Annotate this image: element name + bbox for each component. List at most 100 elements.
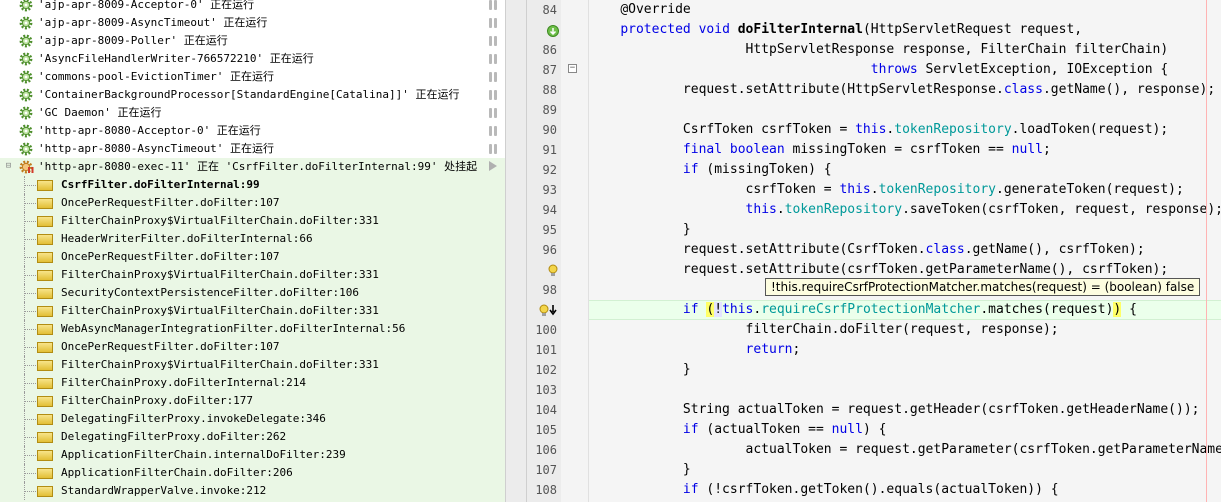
- thread-running-icon: [19, 52, 33, 66]
- pause-thread-icon[interactable]: [489, 90, 497, 100]
- stack-frame-row[interactable]: ApplicationFilterChain.internalDoFilter:…: [0, 446, 505, 464]
- stack-frame-row[interactable]: HeaderWriterFilter.doFilterInternal:66: [0, 230, 505, 248]
- code-line: @Override: [589, 0, 690, 20]
- thread-row[interactable]: 'http-apr-8080-AsyncTimeout' 正在运行: [0, 140, 505, 158]
- fold-toggle-icon[interactable]: −: [568, 64, 577, 73]
- stack-frame-row[interactable]: FilterChainProxy.doFilterInternal:214: [0, 374, 505, 392]
- line-number: 88: [542, 83, 557, 97]
- stack-frame-row[interactable]: OncePerRequestFilter.doFilter:107: [0, 248, 505, 266]
- stack-frame-row[interactable]: OncePerRequestFilter.doFilter:107: [0, 338, 505, 356]
- call-stack-frame-icon: [37, 234, 53, 245]
- stack-frame-label: WebAsyncManagerIntegrationFilter.doFilte…: [61, 322, 406, 335]
- call-stack-frame-icon: [37, 396, 53, 407]
- code-token: (!csrfToken.getToken().equals(actualToke…: [698, 482, 1059, 497]
- stack-frame-label: ApplicationFilterChain.doFilter:206: [61, 466, 293, 479]
- line-number: 95: [542, 223, 557, 237]
- stack-frame-row[interactable]: DelegatingFilterProxy.invokeDelegate:346: [0, 410, 505, 428]
- code-token: tokenRepository: [784, 202, 903, 217]
- code-token: if: [682, 422, 699, 437]
- code-token: null: [1011, 142, 1043, 157]
- code-line: if (!this.requireCsrfProtectionMatcher.m…: [589, 300, 1137, 320]
- stack-frame-row[interactable]: FilterChainProxy$VirtualFilterChain.doFi…: [0, 302, 505, 320]
- panel-splitter[interactable]: [505, 0, 527, 502]
- stack-frame-row[interactable]: WebAsyncManagerIntegrationFilter.doFilte…: [0, 320, 505, 338]
- code-token: .generateToken(request);: [996, 182, 1184, 197]
- pause-thread-icon[interactable]: [489, 72, 497, 82]
- stack-frame-row[interactable]: FilterChainProxy$VirtualFilterChain.doFi…: [0, 212, 505, 230]
- stack-frame-label: FilterChainProxy$VirtualFilterChain.doFi…: [61, 304, 379, 317]
- stack-frame-label: DelegatingFilterProxy.invokeDelegate:346: [61, 412, 326, 425]
- pause-thread-icon[interactable]: [489, 54, 497, 64]
- pause-thread-icon[interactable]: [489, 144, 497, 154]
- thread-running-icon: [19, 34, 33, 48]
- thread-row[interactable]: 'AsyncFileHandlerWriter-766572210' 正在运行: [0, 50, 505, 68]
- code-token: this: [855, 122, 887, 137]
- code-token: return: [745, 342, 793, 357]
- pause-thread-icon[interactable]: [489, 18, 497, 28]
- code-line: HttpServletResponse response, FilterChai…: [589, 40, 1169, 60]
- collapse-thread-icon[interactable]: ⊟: [4, 162, 13, 171]
- code-editor[interactable]: @Override protected void doFilterInterna…: [589, 0, 1221, 502]
- thread-row[interactable]: 'ajp-apr-8009-Poller' 正在运行: [0, 32, 505, 50]
- code-token: .: [870, 182, 879, 197]
- pause-thread-icon[interactable]: [489, 0, 497, 10]
- current-stack-frame[interactable]: CsrfFilter.doFilterInternal:99: [0, 176, 505, 194]
- code-line: if (actualToken == null) {: [589, 420, 887, 440]
- stack-frame-label: ApplicationFilterChain.internalDoFilter:…: [61, 448, 346, 461]
- variable-value-tooltip: !this.requireCsrfProtectionMatcher.match…: [765, 278, 1201, 296]
- stack-frame-row[interactable]: FilterChainProxy.doFilter:177: [0, 392, 505, 410]
- override-marker-icon[interactable]: [546, 24, 560, 38]
- stack-frame-row[interactable]: FilterChainProxy$VirtualFilterChain.doFi…: [0, 266, 505, 284]
- code-token: CsrfToken csrfToken =: [589, 122, 856, 137]
- code-token: if: [682, 302, 699, 317]
- thread-running-icon: [19, 70, 33, 84]
- code-line: request.setAttribute(csrfToken.getParame…: [589, 260, 1168, 280]
- stack-frame-row[interactable]: DelegatingFilterProxy.doFilter:262: [0, 428, 505, 446]
- resume-thread-icon[interactable]: [489, 161, 497, 171]
- code-line: String actualToken = request.getHeader(c…: [589, 400, 1200, 420]
- code-token: this: [745, 202, 777, 217]
- call-stack-frame-icon: [37, 432, 53, 443]
- code-token: boolean: [729, 142, 785, 157]
- line-number: 106: [535, 443, 557, 457]
- thread-label: 'ajp-apr-8009-Acceptor-0' 正在运行: [38, 0, 255, 11]
- thread-row[interactable]: 'ContainerBackgroundProcessor[StandardEn…: [0, 86, 505, 104]
- line-number: 102: [535, 363, 557, 377]
- code-token: actualToken = request.getParameter(csrfT…: [589, 442, 1221, 457]
- code-line: return;: [589, 340, 801, 360]
- code-token: .: [776, 202, 785, 217]
- stack-frame-row[interactable]: ApplicationFilterChain.doFilter:206: [0, 464, 505, 482]
- stack-frame-row[interactable]: StandardWrapperValve.invoke:212: [0, 482, 505, 500]
- hint-bulb-icon[interactable]: [546, 263, 560, 277]
- thread-row[interactable]: 'GC Daemon' 正在运行: [0, 104, 505, 122]
- pause-thread-icon[interactable]: [489, 108, 497, 118]
- thread-row[interactable]: 'commons-pool-EvictionTimer' 正在运行: [0, 68, 505, 86]
- call-stack-frame-icon: [37, 360, 53, 371]
- code-token: ServletException, IOException {: [917, 62, 1169, 77]
- code-token: this: [839, 182, 871, 197]
- thread-label: 'http-apr-8080-Acceptor-0' 正在运行: [38, 124, 261, 137]
- stack-frame-row[interactable]: FilterChainProxy$VirtualFilterChain.doFi…: [0, 356, 505, 374]
- stack-frame-row[interactable]: SecurityContextPersistenceFilter.doFilte…: [0, 284, 505, 302]
- thread-row[interactable]: 'http-apr-8080-Acceptor-0' 正在运行: [0, 122, 505, 140]
- code-token: }: [589, 462, 691, 477]
- code-token: requireCsrfProtectionMatcher: [761, 302, 981, 317]
- code-token: csrfToken =: [589, 182, 840, 197]
- thread-label: 'ajp-apr-8009-Poller' 正在运行: [38, 34, 228, 47]
- line-number: 87: [542, 63, 557, 77]
- thread-row[interactable]: 'ajp-apr-8009-Acceptor-0' 正在运行: [0, 0, 505, 14]
- stack-frame-row[interactable]: OncePerRequestFilter.doFilter:107: [0, 194, 505, 212]
- line-number: 103: [535, 383, 557, 397]
- code-token: !: [714, 302, 723, 317]
- pause-thread-icon[interactable]: [489, 36, 497, 46]
- code-line: final boolean missingToken = csrfToken =…: [589, 140, 1051, 160]
- pause-thread-icon[interactable]: [489, 126, 497, 136]
- thread-row[interactable]: 'ajp-apr-8009-AsyncTimeout' 正在运行: [0, 14, 505, 32]
- suspended-thread-row[interactable]: ⊟ 'http-apr-8080-exec-11' 正在 'CsrfFilter.…: [0, 158, 505, 176]
- code-token: throws: [870, 62, 918, 77]
- breakpoint-hint-icon[interactable]: [538, 303, 558, 317]
- stack-frame-label: FilterChainProxy.doFilter:177: [61, 394, 254, 407]
